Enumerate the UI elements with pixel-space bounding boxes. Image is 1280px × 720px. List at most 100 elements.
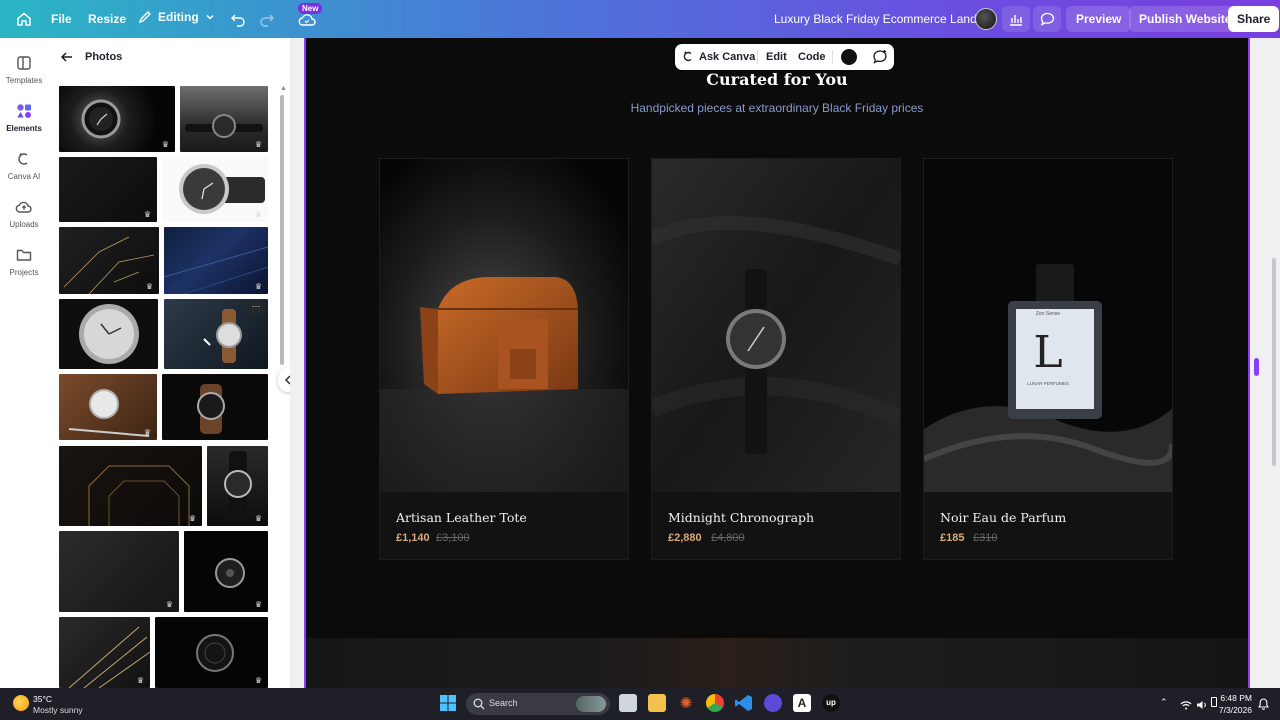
rail-item-templates[interactable]: Templates xyxy=(0,54,48,85)
cloud-sync-icon[interactable] xyxy=(298,13,316,30)
upwork-icon[interactable]: up xyxy=(822,694,840,712)
premium-crown-icon: ♛ xyxy=(136,676,144,685)
comment-icon xyxy=(1040,12,1054,26)
design-title[interactable]: Luxury Black Friday Ecommerce Landing xyxy=(774,12,993,26)
preview-button[interactable]: Preview xyxy=(1066,6,1132,32)
resize-menu[interactable]: Resize xyxy=(88,12,126,26)
product-card[interactable]: Artisan Leather Tote £1,140 £3,100 xyxy=(379,158,629,560)
photo-thumbnail[interactable]: ♛ xyxy=(164,227,268,294)
search-label: Search xyxy=(489,698,518,708)
photo-thumbnail[interactable]: ♛ xyxy=(59,227,159,294)
premium-crown-icon: ♛ xyxy=(161,140,169,149)
more-options-icon[interactable]: ··· xyxy=(248,302,264,314)
watch-image xyxy=(197,384,225,434)
rail-item-uploads[interactable]: Uploads xyxy=(0,198,48,229)
taskbar xyxy=(0,688,1280,720)
product-image xyxy=(924,159,1172,492)
share-button[interactable]: Share xyxy=(1228,6,1280,32)
comment-button[interactable] xyxy=(1033,6,1061,32)
redo-icon[interactable] xyxy=(259,11,275,30)
analytics-button[interactable] xyxy=(1002,6,1030,32)
photo-thumbnail[interactable] xyxy=(59,299,158,369)
templates-icon xyxy=(17,56,31,70)
add-comment-icon[interactable] xyxy=(872,49,888,68)
back-arrow-icon[interactable] xyxy=(60,50,74,64)
product-card[interactable]: Midnight Chronograph £2,880 £4,800 xyxy=(651,158,901,560)
photo-thumbnail[interactable]: ♛ xyxy=(180,86,268,152)
panel-scrollbar[interactable] xyxy=(280,95,284,365)
page-resize-handle[interactable] xyxy=(1254,358,1259,376)
code-button[interactable]: Code xyxy=(798,51,826,63)
premium-crown-icon: ♛ xyxy=(143,428,151,437)
top-bar: File Resize Editing New Luxury Black Fri… xyxy=(0,0,1280,38)
photo-thumbnail[interactable]: ♛ xyxy=(184,531,268,612)
color-swatch[interactable] xyxy=(841,49,857,65)
next-section-preview xyxy=(306,638,1248,688)
product-card[interactable]: Zen Sense L LUNAR PERFUMES Noir Eau de P… xyxy=(923,158,1173,560)
product-old-price: £4,800 xyxy=(711,532,745,544)
premium-crown-icon: ♛ xyxy=(254,514,262,523)
edit-button[interactable]: Edit xyxy=(766,51,787,63)
product-price: £2,880 xyxy=(668,532,702,544)
editing-menu[interactable]: Editing xyxy=(138,10,215,24)
windows-start-icon[interactable] xyxy=(440,695,456,716)
chat-app-icon[interactable] xyxy=(764,694,782,712)
photo-thumbnail[interactable] xyxy=(162,374,268,440)
rail-item-elements[interactable]: Elements xyxy=(0,102,48,133)
ask-canva-button[interactable]: Ask Canva xyxy=(699,51,755,63)
watch-image xyxy=(68,389,150,437)
rail-label: Uploads xyxy=(9,220,39,229)
product-old-price: £3,100 xyxy=(436,532,470,544)
weather-sun-icon[interactable] xyxy=(13,695,29,711)
floating-toolbar: Ask Canva Edit Code xyxy=(675,44,894,70)
font-app-icon[interactable]: A xyxy=(793,694,811,712)
notification-bell-icon[interactable] xyxy=(1258,697,1269,715)
task-view-icon[interactable] xyxy=(619,694,637,712)
chrome-icon[interactable] xyxy=(706,694,724,712)
photo-thumbnail[interactable]: ♛ xyxy=(162,157,268,222)
photo-thumbnail[interactable]: ♛ xyxy=(59,157,157,222)
photo-thumbnail[interactable]: ··· xyxy=(164,299,268,369)
photo-thumbnail[interactable]: ♛ xyxy=(207,446,268,526)
weather-condition: Mostly sunny xyxy=(33,705,83,715)
premium-crown-icon: ♛ xyxy=(145,282,153,291)
tray-expand-icon[interactable]: ⌃ xyxy=(1160,697,1168,708)
sunburst-app-icon[interactable]: ✺ xyxy=(677,694,695,712)
rail-item-canva-ai[interactable]: Canva AI xyxy=(0,150,48,181)
vscode-icon[interactable] xyxy=(735,694,753,712)
product-price: £1,140 xyxy=(396,532,430,544)
undo-icon[interactable] xyxy=(230,11,246,30)
projects-icon xyxy=(16,249,32,261)
premium-crown-icon: ♛ xyxy=(254,676,262,685)
weather-temp: 35°C xyxy=(33,694,52,704)
file-menu[interactable]: File xyxy=(51,12,72,26)
product-name: Noir Eau de Parfum xyxy=(940,510,1067,525)
photo-thumbnail[interactable]: ♛ xyxy=(59,531,179,612)
scroll-up-icon[interactable]: ▲ xyxy=(280,85,287,92)
premium-crown-icon: ♛ xyxy=(254,600,262,609)
search-icon xyxy=(473,698,485,710)
photo-thumbnail[interactable]: ♛ xyxy=(59,86,175,152)
premium-crown-icon: ♛ xyxy=(254,282,262,291)
toolbar-divider xyxy=(832,50,833,64)
clock-date[interactable]: 7/3/2026 xyxy=(1214,705,1252,715)
avatar[interactable] xyxy=(975,8,997,30)
rail-item-projects[interactable]: Projects xyxy=(0,246,48,277)
uploads-icon xyxy=(15,201,32,213)
photo-thumbnail[interactable]: ♛ xyxy=(59,374,157,440)
section-subtitle: Handpicked pieces at extraordinary Black… xyxy=(630,101,924,115)
photo-thumbnail[interactable]: ♛ xyxy=(59,446,202,526)
file-explorer-icon[interactable] xyxy=(648,694,666,712)
canva-ai-icon xyxy=(682,50,695,66)
taskbar-search[interactable]: Search xyxy=(466,693,610,715)
home-icon[interactable] xyxy=(16,11,32,27)
wifi-icon[interactable] xyxy=(1180,697,1192,715)
photo-thumbnail[interactable]: ♛ xyxy=(155,617,268,688)
photo-thumbnail[interactable]: ♛ xyxy=(59,617,150,688)
canvas-scrollbar[interactable] xyxy=(1272,258,1276,466)
publish-website-button[interactable]: Publish Website xyxy=(1129,6,1242,32)
volume-icon[interactable] xyxy=(1196,697,1208,715)
toolbar-divider xyxy=(757,50,758,64)
clock-time[interactable]: 6:48 PM xyxy=(1220,693,1252,703)
rail-label: Elements xyxy=(6,124,42,133)
